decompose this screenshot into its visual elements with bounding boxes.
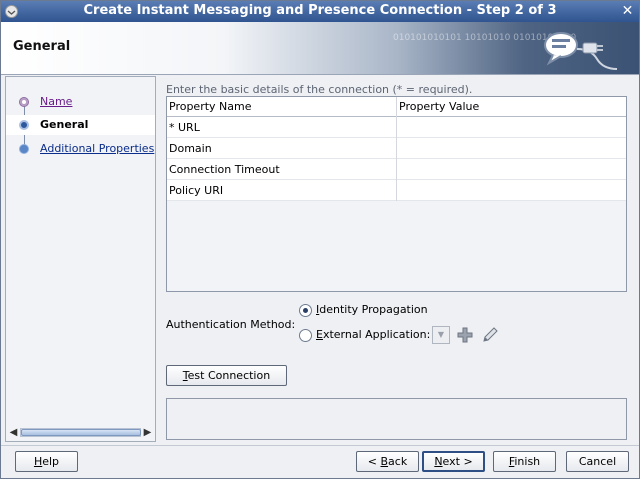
table-header-row: Property Name Property Value — [167, 97, 626, 118]
property-name-cell: Policy URI — [167, 180, 397, 201]
scroll-right-icon[interactable]: ▶ — [141, 425, 154, 440]
properties-table[interactable]: Property Name Property Value * URL Domai… — [166, 96, 627, 292]
footer-separator — [1, 445, 639, 446]
external-application-dropdown[interactable]: ▼ — [432, 326, 450, 344]
test-connection-button[interactable]: Test Connection — [166, 365, 287, 386]
scroll-track[interactable] — [20, 428, 141, 437]
cancel-button[interactable]: Cancel — [566, 451, 629, 472]
table-row[interactable]: Domain — [167, 138, 626, 159]
property-name-cell: * URL — [167, 117, 397, 138]
finish-button[interactable]: Finish — [493, 451, 556, 472]
property-value-cell[interactable] — [397, 138, 626, 159]
table-row[interactable]: * URL — [167, 117, 626, 138]
property-value-cell[interactable] — [397, 117, 626, 138]
button-text: ack — [388, 455, 408, 468]
intro-text: Enter the basic details of the connectio… — [166, 83, 473, 96]
nav-step-label: Name — [40, 95, 73, 108]
close-icon[interactable]: ✕ — [618, 2, 637, 21]
button-text: inish — [514, 455, 541, 468]
button-text: elp — [42, 455, 60, 468]
table-row[interactable]: Connection Timeout — [167, 159, 626, 180]
mnemonic: N — [434, 455, 443, 468]
dialog-window: Create Instant Messaging and Presence Co… — [0, 0, 640, 479]
edit-pencil-icon[interactable] — [481, 326, 499, 344]
title-bar[interactable]: Create Instant Messaging and Presence Co… — [1, 1, 639, 22]
option-text: dentity Propagation — [319, 303, 428, 316]
property-name-cell: Domain — [167, 138, 397, 159]
column-header-property-value[interactable]: Property Value — [397, 97, 626, 118]
table-row[interactable]: Policy URI — [167, 180, 626, 201]
mnemonic: B — [380, 455, 389, 468]
identity-propagation-radio[interactable] — [299, 304, 312, 317]
property-value-cell[interactable] — [397, 180, 626, 201]
step-icon — [19, 144, 29, 154]
nav-step-label: General — [40, 118, 89, 131]
status-message-area — [166, 398, 627, 440]
auth-method-label: Authentication Method: — [166, 318, 296, 331]
back-button[interactable]: < Back — [356, 451, 419, 472]
button-text: est Connection — [187, 369, 271, 382]
button-text: < — [367, 455, 381, 468]
page-title: General — [13, 39, 71, 54]
mnemonic: H — [33, 455, 43, 468]
current-step-icon — [19, 120, 29, 130]
wizard-steps-panel: Name General Additional Properties ◀ ▶ — [5, 76, 156, 442]
identity-propagation-label[interactable]: Identity Propagation — [316, 303, 428, 316]
nav-step-name[interactable]: Name — [6, 92, 155, 112]
next-button[interactable]: Next > — [422, 451, 485, 472]
property-value-cell[interactable] — [397, 159, 626, 180]
app-menu-icon[interactable] — [4, 4, 19, 19]
mnemonic: E — [316, 328, 323, 341]
visited-step-icon — [19, 97, 29, 107]
nav-horizontal-scrollbar[interactable]: ◀ ▶ — [7, 425, 154, 440]
header-banner: General 010101010101 10101010 0101010101… — [1, 22, 639, 75]
nav-step-label: Additional Properties — [40, 142, 155, 155]
chevron-down-icon: ▼ — [437, 330, 445, 339]
nav-step-additional-properties[interactable]: Additional Properties — [6, 139, 155, 159]
column-header-property-name[interactable]: Property Name — [167, 97, 397, 118]
external-application-radio[interactable] — [299, 329, 312, 342]
add-icon[interactable] — [456, 326, 474, 344]
help-button[interactable]: Help — [15, 451, 78, 472]
chat-plug-icon — [544, 32, 618, 70]
scroll-left-icon[interactable]: ◀ — [7, 425, 20, 440]
window-title: Create Instant Messaging and Presence Co… — [83, 3, 557, 18]
scroll-thumb[interactable] — [21, 429, 141, 436]
button-text: ext > — [442, 455, 473, 468]
option-text: xternal Application: — [322, 328, 431, 341]
nav-step-general[interactable]: General — [6, 115, 155, 135]
external-application-label[interactable]: External Application: — [316, 328, 430, 341]
property-name-cell: Connection Timeout — [167, 159, 397, 180]
